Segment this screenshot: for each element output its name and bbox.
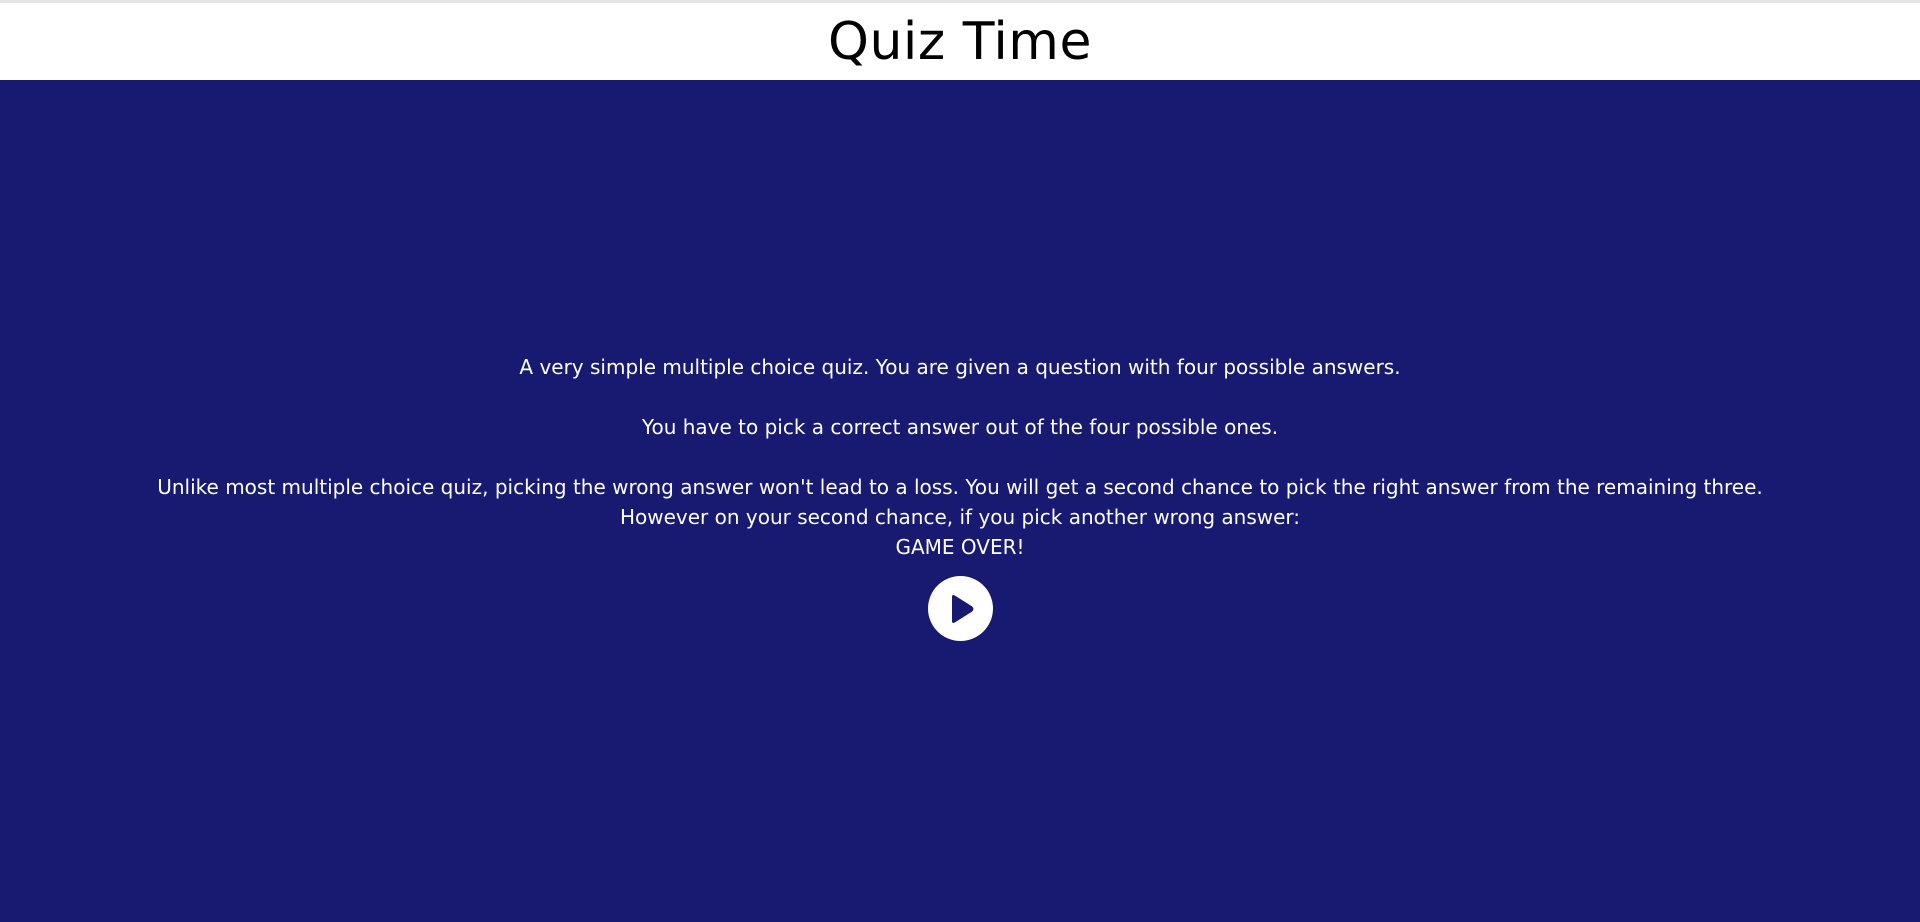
quiz-instructions: A very simple multiple choice quiz. You …	[0, 352, 1920, 562]
page-title: Quiz Time	[828, 11, 1092, 72]
game-over-text: GAME OVER!	[895, 535, 1025, 559]
instruction-line-3: Unlike most multiple choice quiz, pickin…	[157, 475, 1763, 499]
instruction-line-1: A very simple multiple choice quiz. You …	[519, 355, 1401, 379]
instruction-line-2: You have to pick a correct answer out of…	[641, 415, 1279, 439]
play-button[interactable]	[928, 576, 993, 641]
main-section: A very simple multiple choice quiz. You …	[0, 80, 1920, 922]
instruction-line-4: However on your second chance, if you pi…	[619, 505, 1301, 529]
play-icon	[951, 594, 973, 623]
page-header: Quiz Time	[0, 3, 1920, 80]
